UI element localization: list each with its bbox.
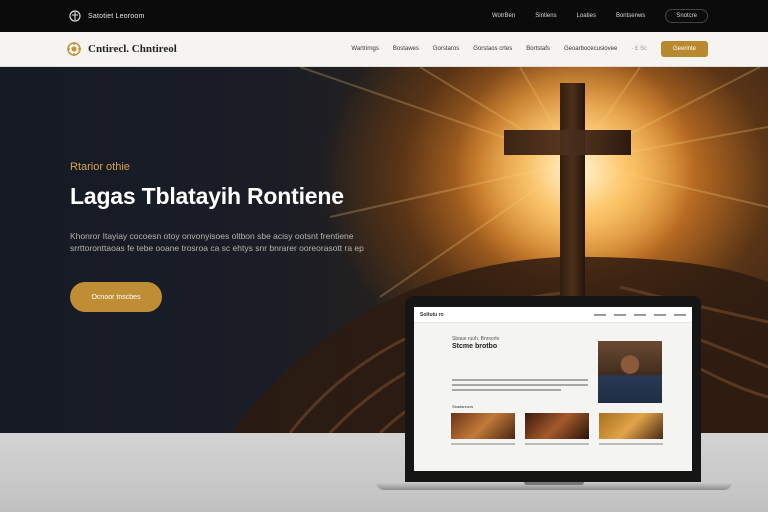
laptop-mockup: Soltutu ro Sbaue ruuh, Bnrsorlo Stcme br…	[376, 296, 732, 496]
topbar-link-3[interactable]: Loaties	[577, 13, 596, 19]
mini-site-portrait-image	[598, 341, 662, 403]
mini-site-nav: Soltutu ro	[414, 307, 692, 323]
laptop-screen: Soltutu ro Sbaue ruuh, Bnrsorlo Stcme br…	[414, 307, 692, 471]
caption-line	[451, 443, 515, 445]
mini-link	[654, 313, 666, 316]
mini-link	[594, 313, 606, 316]
thumbnail-image	[451, 413, 515, 439]
mini-link	[674, 313, 686, 316]
main-menu: Wartrirngs Bostawes Gorstaros Gorstaos c…	[351, 46, 647, 52]
topbar-link-1[interactable]: WotrBen	[492, 13, 515, 19]
menu-item-2[interactable]: Bostawes	[393, 46, 419, 52]
topbar: Satotiet Leoroom WotrBen Sintiens Loatie…	[0, 0, 768, 32]
mini-site-links	[594, 313, 686, 316]
menu-item-1[interactable]: Wartrirngs	[351, 46, 378, 52]
menu-item-4[interactable]: Gorstaos crtes	[473, 46, 512, 52]
church-logo-icon	[69, 10, 81, 22]
mini-site-captions	[451, 443, 663, 445]
caption-line	[525, 443, 589, 445]
mini-link	[634, 313, 646, 316]
hero-description: Khonror Itayiay cocoesn otoy onvonyisoes…	[70, 231, 364, 253]
menu-item-5[interactable]: Bortstafs	[526, 46, 550, 52]
topbar-link-4[interactable]: Bontsenws	[616, 13, 645, 19]
text-line	[452, 389, 561, 391]
caption-line	[599, 443, 663, 445]
menu-item-6[interactable]: Geoarbocecusiovee	[564, 46, 617, 52]
topbar-links: WotrBen Sintiens Loaties Bontsenws Snotc…	[492, 9, 708, 23]
topbar-link-2[interactable]: Sintiens	[535, 13, 556, 19]
topbar-brand[interactable]: Satotiet Leoroom	[68, 10, 145, 22]
main-navbar: Cntirecl. Chntireol Wartrirngs Bostawes …	[0, 32, 768, 67]
navbar-cta-button[interactable]: Geerinte	[660, 41, 708, 57]
mini-site-subheading: Sbadsreuvs	[452, 404, 474, 409]
topbar-brand-text: Satotiet Leoroom	[88, 12, 145, 20]
text-line	[452, 379, 588, 381]
logo-text: Cntirecl. Chntireol	[88, 43, 177, 55]
menu-extra[interactable]: · £ Sc	[631, 46, 647, 52]
mini-link	[614, 313, 626, 316]
topbar-pill-button[interactable]: Snotcre	[665, 9, 708, 23]
thumbnail-image	[599, 413, 663, 439]
logo-emblem-icon	[67, 42, 81, 56]
hero-cta-button[interactable]: Ocnoor tnscbes	[70, 282, 162, 312]
hero-eyebrow: Rtarior othie	[70, 161, 130, 173]
thumbnail-image	[525, 413, 589, 439]
text-line	[452, 384, 588, 386]
mini-site-logo: Soltutu ro	[420, 311, 444, 318]
mini-site-thumbnails	[451, 413, 663, 439]
mini-site-text-lines	[452, 379, 588, 394]
laptop-notch	[524, 482, 584, 485]
mini-site-body: Sbaue ruuh, Bnrsorlo Stcme brotbo Sbadsr…	[414, 323, 692, 445]
hero-title: Lagas Tblatayih Rontiene	[70, 183, 344, 209]
menu-item-3[interactable]: Gorstaros	[433, 46, 459, 52]
site-logo[interactable]: Cntirecl. Chntireol	[66, 41, 177, 57]
mini-site-heading-main: Stcme brotbo	[452, 343, 498, 350]
